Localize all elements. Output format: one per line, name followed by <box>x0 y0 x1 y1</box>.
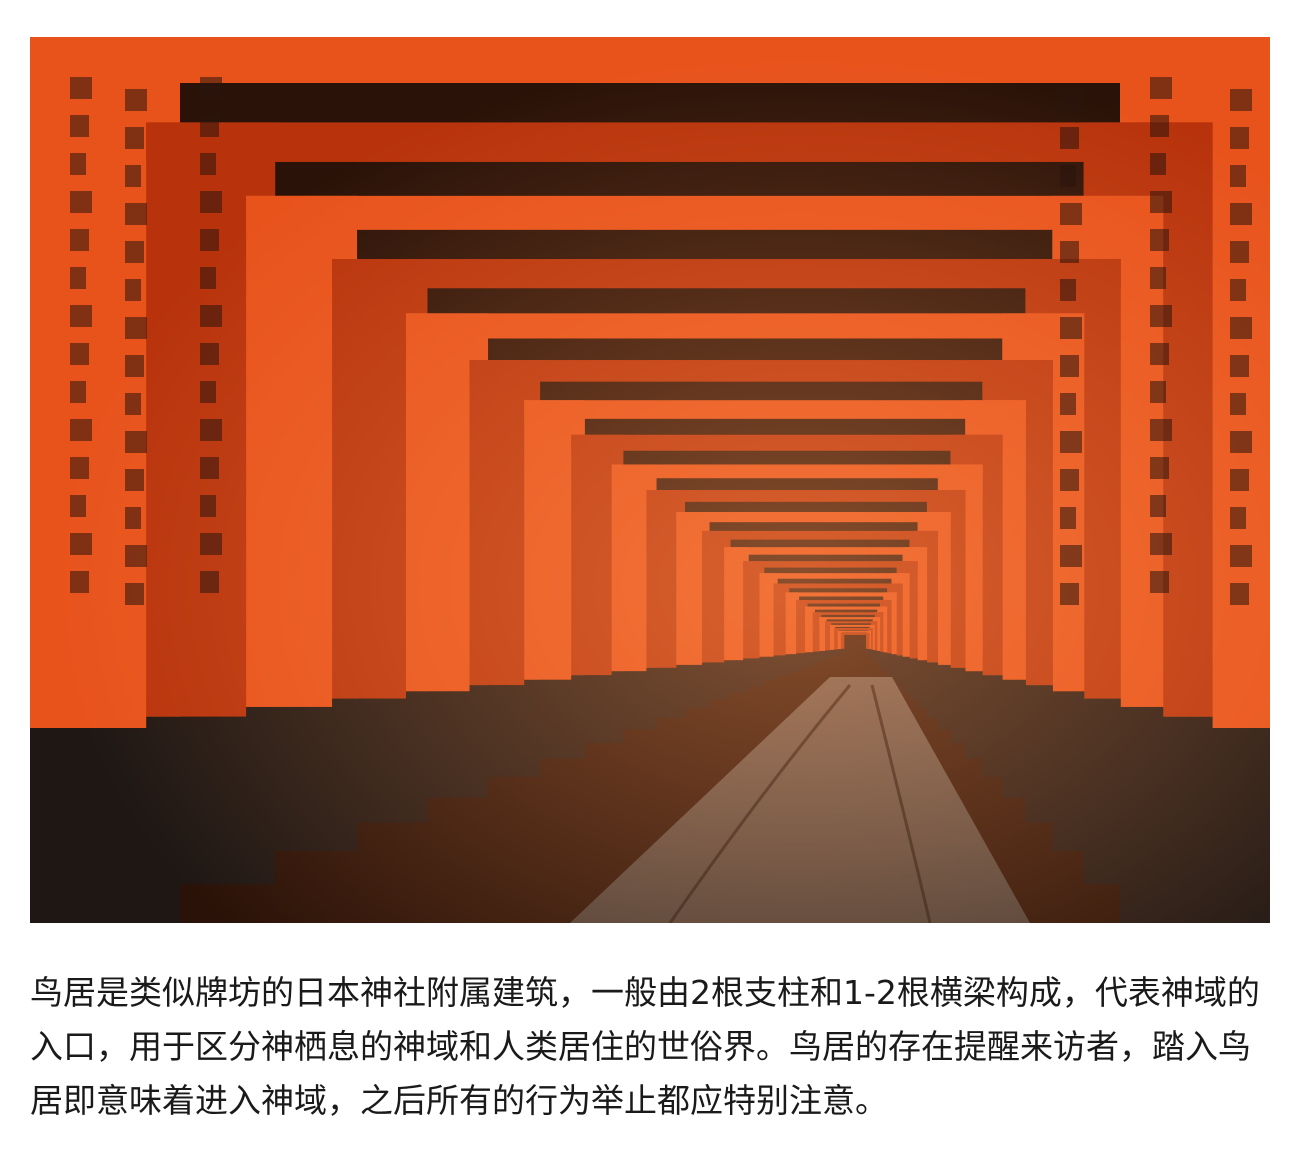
inscription-mark <box>1060 317 1082 339</box>
inscription-mark <box>200 115 219 137</box>
inscription-mark <box>1230 507 1246 529</box>
inscription-mark <box>1060 127 1079 149</box>
inscription-mark <box>125 203 147 225</box>
inscription-mark <box>1150 153 1166 175</box>
inscription-mark <box>200 571 219 593</box>
inscription-mark <box>125 507 141 529</box>
inscription-mark <box>70 343 89 365</box>
inscription-mark <box>1060 279 1076 301</box>
inscription-mark <box>1230 165 1246 187</box>
inscription-mark <box>125 469 144 491</box>
inscription-mark <box>1230 393 1246 415</box>
inscription-mark <box>125 393 141 415</box>
inscription-mark <box>1230 279 1246 301</box>
inscription-mark <box>1230 89 1252 111</box>
inscription-mark <box>1150 381 1166 403</box>
inscription-mark <box>70 191 92 213</box>
inscription-mark <box>1150 571 1169 593</box>
inscription-mark <box>125 241 144 263</box>
inscription-mark <box>1230 431 1252 453</box>
inscription-mark <box>125 317 147 339</box>
inscription-mark <box>1060 583 1079 605</box>
inscription-mark <box>1060 203 1082 225</box>
inscription-mark <box>70 381 86 403</box>
inscription-mark <box>125 165 141 187</box>
inscription-mark <box>1150 77 1172 99</box>
inscription-mark <box>1060 89 1082 111</box>
inscription-mark <box>1150 305 1172 327</box>
inscription-mark <box>200 305 222 327</box>
inscription-mark <box>1150 115 1169 137</box>
inscription-mark <box>1150 343 1169 365</box>
inscription-mark <box>1060 165 1076 187</box>
inscription-mark <box>1060 469 1079 491</box>
inscription-mark <box>70 533 92 555</box>
inscription-mark <box>70 77 92 99</box>
inscription-mark <box>125 583 144 605</box>
inscription-mark <box>70 267 86 289</box>
inscription-mark <box>125 89 147 111</box>
inscription-mark <box>200 457 219 479</box>
inscription-mark <box>200 77 222 99</box>
inscription-mark <box>200 191 222 213</box>
inscription-mark <box>125 355 144 377</box>
inscription-mark <box>125 127 144 149</box>
inscription-mark <box>70 153 86 175</box>
torii-tunnel-photo <box>30 37 1270 923</box>
inscription-mark <box>1150 533 1172 555</box>
inscription-mark <box>1060 393 1076 415</box>
inscription-mark <box>200 533 222 555</box>
inscription-mark <box>1230 545 1252 567</box>
inscription-mark <box>200 343 219 365</box>
inscription-mark <box>1060 241 1079 263</box>
inscription-mark <box>1060 507 1076 529</box>
inscription-mark <box>1230 241 1249 263</box>
inscription-mark <box>1060 355 1079 377</box>
inscription-mark <box>70 305 92 327</box>
inscription-mark <box>1150 267 1166 289</box>
inscription-mark <box>125 279 141 301</box>
inscription-mark <box>70 495 86 517</box>
inscription-mark <box>70 419 92 441</box>
inscription-mark <box>1060 431 1082 453</box>
inscription-mark <box>70 457 89 479</box>
inscription-mark <box>200 381 216 403</box>
inscription-mark <box>1230 203 1252 225</box>
inscription-mark <box>1230 127 1249 149</box>
inscription-mark <box>1150 191 1172 213</box>
inscription-mark <box>1230 355 1249 377</box>
inscription-mark <box>1060 545 1082 567</box>
inscription-mark <box>200 267 216 289</box>
inscription-mark <box>1150 419 1172 441</box>
inscription-mark <box>200 153 216 175</box>
inscription-mark <box>70 115 89 137</box>
inscription-mark <box>200 419 222 441</box>
inscription-mark <box>1150 229 1169 251</box>
inscription-mark <box>1230 317 1252 339</box>
inscription-mark <box>70 229 89 251</box>
inscription-mark <box>200 229 219 251</box>
inscription-mark <box>1150 495 1166 517</box>
inscription-mark <box>200 495 216 517</box>
inscription-mark <box>125 431 147 453</box>
inscription-mark <box>1230 469 1249 491</box>
inscription-mark <box>1150 457 1169 479</box>
inscription-mark <box>1230 583 1249 605</box>
inscription-mark <box>125 545 147 567</box>
inscription-mark <box>70 571 89 593</box>
torii-tunnel-illustration <box>30 37 1270 923</box>
photo-caption: 鸟居是类似牌坊的日本神社附属建筑，一般由2根支柱和1-2根横梁构成，代表神域的入… <box>30 973 1260 1120</box>
